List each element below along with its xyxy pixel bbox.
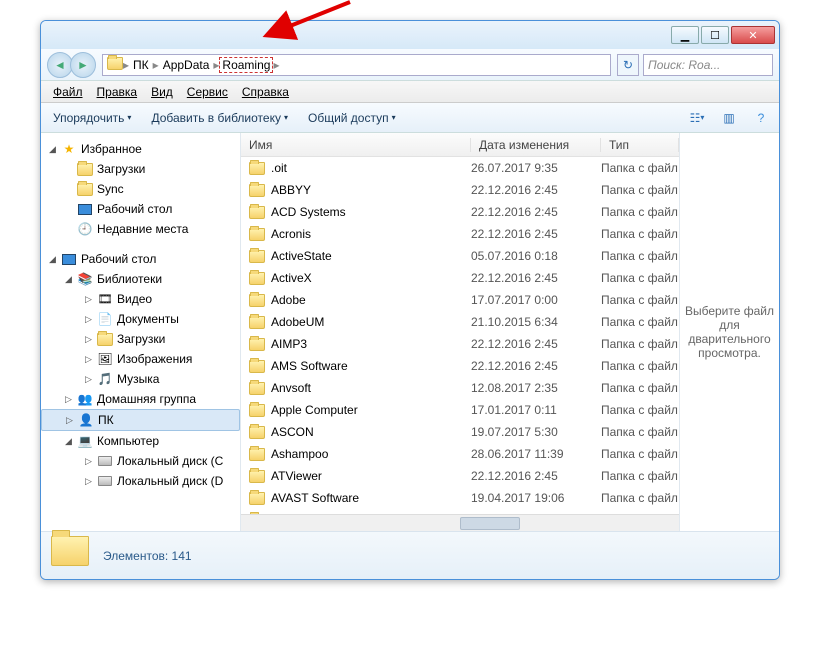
recent-icon: 🕘 <box>77 221 93 237</box>
folder-icon <box>249 360 265 373</box>
tree-sync[interactable]: Sync <box>41 179 240 199</box>
video-icon: 🎞 <box>97 291 113 307</box>
tree-video[interactable]: ▷🎞Видео <box>41 289 240 309</box>
user-icon: 👤 <box>78 412 94 428</box>
status-bar: Элементов: 141 <box>41 531 779 579</box>
documents-icon: 📄 <box>97 311 113 327</box>
tree-drive-c[interactable]: ▷Локальный диск (C <box>41 451 240 471</box>
folder-icon <box>249 404 265 417</box>
table-row[interactable]: AVAST Software19.04.2017 19:06Папка с фа… <box>241 487 679 509</box>
folder-icon <box>249 294 265 307</box>
table-row[interactable]: ATViewer22.12.2016 2:45Папка с файл <box>241 465 679 487</box>
table-row[interactable]: ABBYY22.12.2016 2:45Папка с файл <box>241 179 679 201</box>
table-row[interactable]: ActiveX22.12.2016 2:45Папка с файл <box>241 267 679 289</box>
menu-view[interactable]: Вид <box>145 83 179 101</box>
folder-icon <box>249 272 265 285</box>
share-button[interactable]: Общий доступ ▾ <box>302 108 402 128</box>
homegroup-icon: 👥 <box>77 391 93 407</box>
menu-help[interactable]: Справка <box>236 83 295 101</box>
menu-file[interactable]: Файл <box>47 83 89 101</box>
folder-icon <box>249 316 265 329</box>
add-library-button[interactable]: Добавить в библиотеку ▾ <box>145 108 294 128</box>
col-date[interactable]: Дата изменения <box>471 138 601 152</box>
folder-icon <box>249 250 265 263</box>
folder-icon <box>249 338 265 351</box>
tree-recent[interactable]: 🕘Недавние места <box>41 219 240 239</box>
navbar: ◄ ► ▸ ПК ▸ AppData ▸ Roaming ▸ ↻ Поиск: … <box>41 49 779 81</box>
tree-downloads[interactable]: Загрузки <box>41 159 240 179</box>
tree-pk[interactable]: ▷👤ПК <box>41 409 240 431</box>
tree-libraries[interactable]: ◢📚Библиотеки <box>41 269 240 289</box>
table-row[interactable]: Adobe17.07.2017 0:00Папка с файл <box>241 289 679 311</box>
tree-favorites[interactable]: ◢★Избранное <box>41 139 240 159</box>
folder-icon <box>249 492 265 505</box>
folder-icon <box>249 206 265 219</box>
view-mode-button[interactable]: ☷ ▾ <box>685 107 709 129</box>
crumb-appdata[interactable]: AppData <box>159 58 214 72</box>
tree-documents[interactable]: ▷📄Документы <box>41 309 240 329</box>
preview-pane-button[interactable]: ▥ <box>717 107 741 129</box>
folder-icon <box>249 514 265 515</box>
search-input[interactable]: Поиск: Roa... <box>643 54 773 76</box>
music-icon: 🎵 <box>97 371 113 387</box>
table-row[interactable]: ASCON19.07.2017 5:30Папка с файл <box>241 421 679 443</box>
tree-computer[interactable]: ◢💻Компьютер <box>41 431 240 451</box>
crumb-pk[interactable]: ПК <box>129 58 153 72</box>
folder-icon <box>249 448 265 461</box>
folder-icon <box>249 382 265 395</box>
tree-desktop-fav[interactable]: Рабочий стол <box>41 199 240 219</box>
titlebar[interactable]: ▁ ☐ ✕ <box>41 21 779 49</box>
table-row[interactable]: Ashampoo28.06.2017 11:39Папка с файл <box>241 443 679 465</box>
sidebar: ◢★Избранное Загрузки Sync Рабочий стол 🕘… <box>41 133 241 531</box>
computer-icon: 💻 <box>77 433 93 449</box>
folder-icon <box>249 228 265 241</box>
table-row[interactable]: ACD Systems22.12.2016 2:45Папка с файл <box>241 201 679 223</box>
tree-music[interactable]: ▷🎵Музыка <box>41 369 240 389</box>
organize-button[interactable]: Упорядочить ▾ <box>47 108 137 128</box>
forward-button[interactable]: ► <box>70 52 96 78</box>
folder-icon <box>249 470 265 483</box>
table-row[interactable]: ActiveState05.07.2016 0:18Папка с файл <box>241 245 679 267</box>
refresh-button[interactable]: ↻ <box>617 54 639 76</box>
tree-downloads2[interactable]: ▷Загрузки <box>41 329 240 349</box>
table-row[interactable]: AdobeUM21.10.2015 6:34Папка с файл <box>241 311 679 333</box>
libraries-icon: 📚 <box>77 271 93 287</box>
col-name[interactable]: Имя <box>241 138 471 152</box>
close-button[interactable]: ✕ <box>731 26 775 44</box>
horizontal-scrollbar[interactable] <box>241 514 679 531</box>
table-row[interactable]: .oit26.07.2017 9:35Папка с файл <box>241 157 679 179</box>
table-row[interactable]: Apple Computer17.01.2017 0:11Папка с фай… <box>241 399 679 421</box>
crumb-roaming[interactable]: Roaming <box>219 57 273 73</box>
maximize-button[interactable]: ☐ <box>701 26 729 44</box>
table-row[interactable]: AIMP322.12.2016 2:45Папка с файл <box>241 333 679 355</box>
folder-icon <box>249 426 265 439</box>
tree-homegroup[interactable]: ▷👥Домашняя группа <box>41 389 240 409</box>
address-bar[interactable]: ▸ ПК ▸ AppData ▸ Roaming ▸ <box>102 54 611 76</box>
minimize-button[interactable]: ▁ <box>671 26 699 44</box>
tree-drive-d[interactable]: ▷Локальный диск (D <box>41 471 240 491</box>
tree-desktop[interactable]: ◢Рабочий стол <box>41 249 240 269</box>
menubar: Файл Правка Вид Сервис Справка <box>41 81 779 103</box>
toolbar: Упорядочить ▾ Добавить в библиотеку ▾ Об… <box>41 103 779 133</box>
explorer-window: ▁ ☐ ✕ ◄ ► ▸ ПК ▸ AppData ▸ Roaming ▸ ↻ П… <box>40 20 780 580</box>
folder-icon <box>249 162 265 175</box>
table-row[interactable]: Anvsoft12.08.2017 2:35Папка с файл <box>241 377 679 399</box>
menu-tools[interactable]: Сервис <box>181 83 234 101</box>
preview-pane: Выберите файл для дварительного просмотр… <box>679 133 779 531</box>
folder-icon <box>51 536 91 576</box>
help-icon[interactable]: ? <box>749 107 773 129</box>
tree-pictures[interactable]: ▷🖼Изображения <box>41 349 240 369</box>
table-row[interactable]: AMS Software22.12.2016 2:45Папка с файл <box>241 355 679 377</box>
folder-icon <box>249 184 265 197</box>
table-row[interactable]: Acronis22.12.2016 2:45Папка с файл <box>241 223 679 245</box>
pictures-icon: 🖼 <box>97 351 113 367</box>
file-list: Имя Дата изменения Тип .oit26.07.2017 9:… <box>241 133 679 531</box>
column-headers: Имя Дата изменения Тип <box>241 133 679 157</box>
star-icon: ★ <box>61 141 77 157</box>
menu-edit[interactable]: Правка <box>91 83 144 101</box>
col-type[interactable]: Тип <box>601 138 679 152</box>
